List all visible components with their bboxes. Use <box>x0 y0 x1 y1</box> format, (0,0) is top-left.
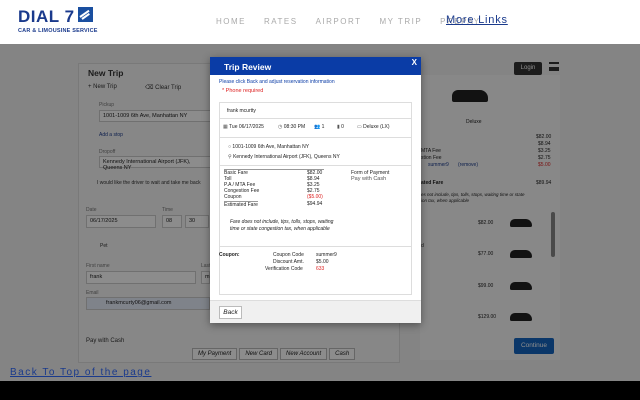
verification-code-label: Verification Code <box>265 266 303 272</box>
nav-home[interactable]: HOME <box>216 17 246 26</box>
divider <box>220 165 411 166</box>
logo[interactable]: DIAL 7 CAR & LIMOUSINE SERVICE <box>18 7 98 34</box>
nav-airport[interactable]: AIRPORT <box>316 17 362 26</box>
close-icon[interactable]: X <box>412 58 417 67</box>
modal-header: Trip Review X <box>210 57 421 75</box>
dropoff-address: Kennedy International Airport (JFK), Que… <box>233 154 340 160</box>
trip-date: Tue 06/17/2025 <box>229 124 264 130</box>
nav-more-links[interactable]: More Links <box>446 14 508 26</box>
main-nav: HOME RATES AIRPORT MY TRIP PREPAY More L… <box>216 14 507 26</box>
fare-item-value: $3.25 <box>307 182 320 189</box>
verification-code-value: 633 <box>316 266 325 272</box>
fare-item-value: $2.75 <box>307 188 320 195</box>
fare-item-label: Toll <box>224 176 232 183</box>
fare-item-label: P.A / MTA Fee <box>224 182 256 189</box>
fare-table-rule <box>224 169 324 170</box>
car-icon: ▭ <box>357 124 362 130</box>
trip-date-row: ▦ Tue 06/17/2025 <box>223 124 264 130</box>
clock-icon: ◷ <box>278 124 283 130</box>
form-of-payment-value: Pay with Cash <box>351 176 387 182</box>
vehicle-row: ▭ Deluxe (LX) <box>357 124 390 130</box>
divider <box>220 137 411 138</box>
modal-instruction: Please click Back and adjust reservation… <box>219 79 335 85</box>
pickup-address: 1001-1009 6th Ave, Manhattan NY <box>232 144 310 150</box>
divider <box>220 246 411 247</box>
footer-bar <box>0 381 640 400</box>
back-button[interactable]: Back <box>219 306 242 319</box>
logo-word: DIAL 7 <box>18 7 75 26</box>
fare-item-value: $82.00 <box>307 170 323 176</box>
divider <box>220 118 411 119</box>
luggage-icon: ▮ <box>337 124 340 130</box>
calendar-icon: ▦ <box>223 124 228 130</box>
passenger-name: frank mcurtty <box>227 108 256 114</box>
modal-footer: Back <box>210 300 421 323</box>
phone-required-warning: * Phone required <box>222 88 264 94</box>
nav-my-trip[interactable]: MY TRIP <box>380 17 423 26</box>
dropoff-row: ⚲ Kennedy International Airport (JFK), Q… <box>228 154 340 160</box>
coupon-heading: Coupon: <box>219 252 240 258</box>
discount-value: $5.00 <box>316 259 329 265</box>
vehicle-class: Deluxe (LX) <box>363 124 390 130</box>
people-icon: 👥 <box>314 124 321 130</box>
site-header: DIAL 7 CAR & LIMOUSINE SERVICE HOME RATE… <box>0 0 640 44</box>
nav-rates[interactable]: RATES <box>264 17 298 26</box>
fare-item-label: Coupon <box>224 194 242 201</box>
coupon-code-value: summer9 <box>316 252 337 258</box>
circle-icon: ○ <box>228 144 232 150</box>
fare-item-label: Estimated Fare <box>224 200 258 208</box>
fare-item-value: $8.94 <box>307 176 320 183</box>
map-pin-icon: ⚲ <box>228 154 232 160</box>
fare-item-label: Basic Fare <box>224 170 248 176</box>
bag-count: 0 <box>341 124 344 130</box>
fare-disclaimer: Fare does not include, tips, tolls, stop… <box>230 219 334 232</box>
fare-item-label: Congestion Fee <box>224 188 260 195</box>
modal-title: Trip Review <box>224 62 272 72</box>
trip-time-row: ◷ 08:30 PM <box>278 124 305 130</box>
discount-label: Discount Amt. <box>273 259 304 265</box>
trip-review-modal: Trip Review X Please click Back and adju… <box>210 57 421 323</box>
logo-mark-icon <box>77 7 93 22</box>
trip-time: 08:30 PM <box>283 124 306 130</box>
fare-item-value: $94.94 <box>307 200 323 207</box>
pickup-row: ○ 1001-1009 6th Ave, Manhattan NY <box>228 144 309 150</box>
passengers-row: 👥 1 <box>314 124 324 130</box>
passenger-count: 1 <box>321 124 325 130</box>
logo-subtitle: CAR & LIMOUSINE SERVICE <box>18 28 98 34</box>
back-to-top-link[interactable]: Back To Top of the page <box>10 367 151 378</box>
fare-item-value: ($5.00) <box>307 194 323 201</box>
coupon-code-label: Coupon Code <box>273 252 304 258</box>
bags-row: ▮ 0 <box>337 124 344 130</box>
